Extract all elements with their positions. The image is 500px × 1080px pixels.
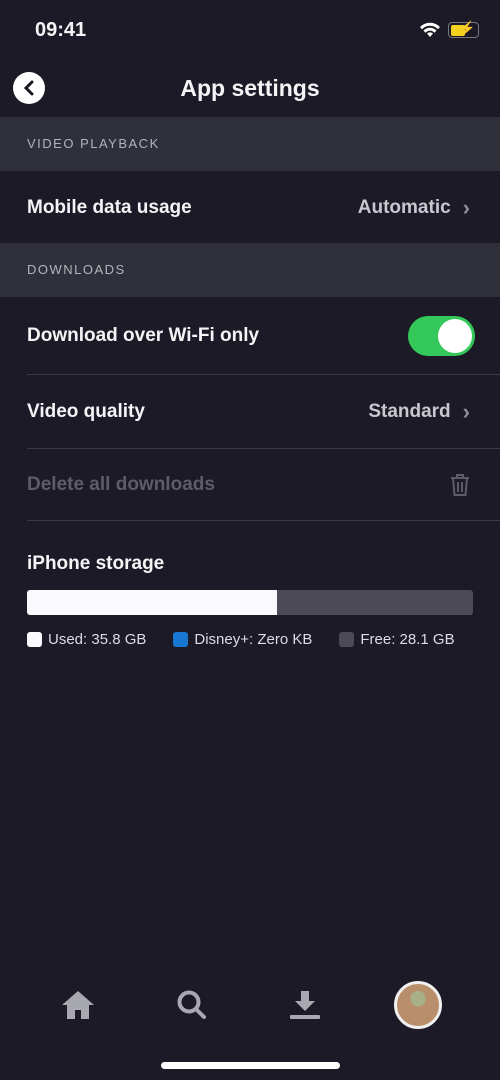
wifi-only-row: Download over Wi-Fi only: [27, 298, 500, 375]
legend-disney: Disney+: Zero KB: [173, 631, 312, 648]
page-title: App settings: [180, 75, 320, 101]
nav-bar: App settings: [0, 60, 500, 117]
row-value: Automatic: [357, 197, 451, 218]
chevron-right-icon: ›: [462, 195, 470, 220]
legend-label: Free: 28.1 GB: [360, 631, 455, 648]
battery-charging-icon: ⚡: [448, 20, 479, 38]
wifi-icon: [420, 22, 440, 37]
legend-swatch: [339, 632, 355, 647]
storage-title: iPhone storage: [27, 553, 165, 574]
tab-home[interactable]: [53, 980, 103, 1030]
legend-free: Free: 28.1 GB: [339, 631, 455, 648]
row-value: Standard: [368, 400, 451, 422]
video-quality-row[interactable]: Video quality Standard ›: [27, 375, 500, 449]
tab-downloads[interactable]: [280, 980, 330, 1030]
clock: 09:41: [35, 19, 87, 41]
wifi-only-toggle[interactable]: [408, 316, 475, 356]
tab-profile[interactable]: [393, 980, 443, 1030]
row-label: Delete all downloads: [27, 473, 215, 495]
storage-used-fill: [27, 590, 277, 615]
row-label: Download over Wi-Fi only: [27, 325, 260, 346]
row-label: Mobile data usage: [27, 197, 192, 218]
legend-used: Used: 35.8 GB: [27, 631, 146, 648]
legend-swatch: [27, 632, 42, 647]
legend-label: Disney+: Zero KB: [194, 631, 313, 648]
delete-all-downloads-row[interactable]: Delete all downloads: [27, 449, 500, 521]
profile-avatar: [394, 981, 442, 1029]
trash-icon: [451, 473, 469, 496]
tab-search[interactable]: [167, 980, 217, 1030]
status-bar: 09:41 ⚡: [0, 0, 500, 60]
search-icon: [177, 990, 206, 1019]
section-header-downloads: DOWNLOADS: [0, 243, 500, 297]
tab-bar: [0, 970, 500, 1040]
download-icon: [290, 991, 320, 1019]
home-icon: [62, 991, 94, 1019]
chevron-right-icon: ›: [462, 398, 470, 424]
storage-legend: Used: 35.8 GB Disney+: Zero KB Free: 28.…: [27, 631, 482, 648]
home-indicator[interactable]: [161, 1062, 340, 1069]
legend-swatch: [173, 632, 189, 647]
row-label: Video quality: [27, 400, 145, 422]
section-header-video-playback: VIDEO PLAYBACK: [0, 117, 500, 171]
storage-bar: [27, 590, 473, 615]
mobile-data-usage-row[interactable]: Mobile data usage Automatic ›: [27, 171, 500, 245]
legend-label: Used: 35.8 GB: [48, 631, 147, 648]
